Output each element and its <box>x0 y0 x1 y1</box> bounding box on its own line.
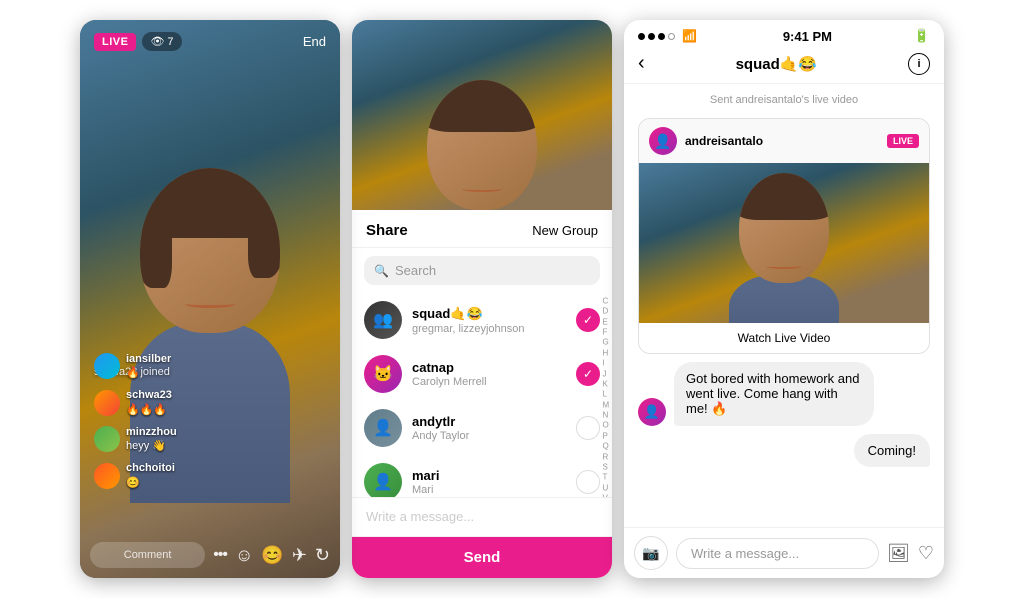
dm-header: ‹ squad🤙😂 i <box>624 48 944 84</box>
comment-avatar <box>94 463 120 489</box>
contact-avatar: 🐱 <box>364 355 402 393</box>
contact-info: squad🤙😂 gregmar, lizzeyjohnson <box>412 306 566 335</box>
live-card-header: 👤 andreisantalo LIVE <box>639 119 929 163</box>
more-options-icon[interactable]: ••• <box>213 546 227 564</box>
viewer-count: 👁7 <box>142 32 181 51</box>
face-circle <box>739 173 829 283</box>
message-bubble: Got bored with homework and went live. C… <box>674 362 874 426</box>
info-button[interactable]: i <box>908 53 930 75</box>
comment-avatar <box>94 426 120 452</box>
top-bar: LIVE 👁7 End <box>80 20 340 63</box>
screen-share: Share New Group 🔍 Search A B C D E F G H… <box>352 20 612 578</box>
contact-name: squad🤙😂 <box>412 306 566 322</box>
message-bubble-right: Coming! <box>854 434 930 467</box>
comment-text: chchoitoi😊 <box>126 461 175 490</box>
contact-name: andytlr <box>412 414 566 429</box>
send-button[interactable]: Send <box>352 537 612 578</box>
heart-icon[interactable]: ♡ <box>918 543 934 564</box>
signal-dot <box>668 33 675 40</box>
screen-dm: 📶 9:41 PM 🔋 ‹ squad🤙😂 i Sent andreisanta… <box>624 20 944 578</box>
contact-check-mari[interactable] <box>576 470 600 494</box>
signal-dot <box>638 33 645 40</box>
face-icon[interactable]: 😊 <box>261 545 283 566</box>
camera-button[interactable]: 📷 <box>634 536 668 570</box>
comment-input[interactable]: Comment <box>90 542 205 568</box>
status-time: 9:41 PM <box>783 29 832 44</box>
battery-icon: 🔋 <box>914 28 930 44</box>
contacts-area: A B C D E F G H I J K L M N O P Q R S T <box>352 293 612 497</box>
contact-item-squad[interactable]: 👥 squad🤙😂 gregmar, lizzeyjohnson ✓ <box>352 293 612 347</box>
new-group-button[interactable]: New Group <box>532 223 598 238</box>
live-video-card[interactable]: 👤 andreisantalo LIVE Watch Live Video <box>638 118 930 354</box>
msg-avatar: 👤 <box>638 398 666 426</box>
comment-item: iansilber🔥 <box>94 352 326 381</box>
contact-sub: Mari <box>412 484 566 496</box>
comment-text: minzzhouheyy 👋 <box>126 425 177 454</box>
status-bar: 📶 9:41 PM 🔋 <box>624 20 944 48</box>
wifi-icon: 📶 <box>682 29 697 43</box>
watch-live-button[interactable]: Watch Live Video <box>639 323 929 353</box>
dm-title: squad🤙😂 <box>736 55 818 73</box>
search-icon: 🔍 <box>374 264 389 278</box>
contact-check-squad[interactable]: ✓ <box>576 308 600 332</box>
contact-check-andy[interactable] <box>576 416 600 440</box>
emoji-icon[interactable]: ☺ <box>235 545 253 566</box>
dm-messages: Sent andreisantalo's live video 👤 andrei… <box>624 84 944 527</box>
gallery-icon[interactable]: 🖼 <box>887 543 910 564</box>
write-message-placeholder: Write a message... <box>366 509 474 524</box>
send-icon[interactable]: ✈ <box>292 545 307 566</box>
end-button[interactable]: End <box>303 34 326 49</box>
contact-info: mari Mari <box>412 468 566 496</box>
comments-list: iansilber🔥 schwa23🔥🔥🔥 minzzhouheyy 👋 chc… <box>94 352 326 498</box>
contact-sub: Carolyn Merrell <box>412 376 566 388</box>
dm-text-input[interactable]: Write a message... <box>676 538 879 569</box>
comment-avatar <box>94 390 120 416</box>
comment-text: iansilber🔥 <box>126 352 171 381</box>
comment-item: chchoitoi😊 <box>94 461 326 490</box>
signal-dot <box>648 33 655 40</box>
live-card-face <box>724 173 844 323</box>
comment-item: minzzhouheyy 👋 <box>94 425 326 454</box>
search-bar[interactable]: 🔍 Search <box>364 256 600 285</box>
screen-live: LIVE 👁7 End schwa23 joined iansilber🔥 sc… <box>80 20 340 578</box>
contact-item-andy[interactable]: 👤 andytlr Andy Taylor <box>352 401 612 455</box>
contact-check-catnap[interactable]: ✓ <box>576 362 600 386</box>
contact-avatar: 👤 <box>364 409 402 447</box>
contact-sub: Andy Taylor <box>412 430 566 442</box>
dm-input-bar: 📷 Write a message... 🖼 ♡ <box>624 527 944 578</box>
screen-overlay: LIVE 👁7 End schwa23 joined iansilber🔥 sc… <box>80 20 340 578</box>
bottom-bar: Comment ••• ☺ 😊 ✈ ↻ <box>90 542 330 568</box>
contact-avatar: 👤 <box>364 463 402 497</box>
live-card-username: andreisantalo <box>685 134 879 148</box>
search-placeholder: Search <box>395 263 436 278</box>
signal-dot <box>658 33 665 40</box>
dm-right-icons: 🖼 ♡ <box>887 543 934 564</box>
comment-item: schwa23🔥🔥🔥 <box>94 388 326 417</box>
live-badge: LIVE <box>94 33 136 51</box>
sent-label: Sent andreisantalo's live video <box>638 94 930 106</box>
repost-icon[interactable]: ↻ <box>315 545 330 566</box>
share-top-image <box>352 20 612 210</box>
contact-avatar: 👥 <box>364 301 402 339</box>
contact-item-mari[interactable]: 👤 mari Mari <box>352 455 612 497</box>
contact-info: andytlr Andy Taylor <box>412 414 566 442</box>
comment-text: schwa23🔥🔥🔥 <box>126 388 172 417</box>
comment-avatar <box>94 353 120 379</box>
contact-sub: gregmar, lizzeyjohnson <box>412 323 566 335</box>
contact-info: catnap Carolyn Merrell <box>412 360 566 388</box>
back-button[interactable]: ‹ <box>638 52 645 75</box>
signal-dots: 📶 <box>638 29 701 43</box>
contact-item-catnap[interactable]: 🐱 catnap Carolyn Merrell ✓ <box>352 347 612 401</box>
face-hair <box>739 173 829 220</box>
share-title: Share <box>366 222 408 239</box>
contact-name: catnap <box>412 360 566 375</box>
live-card-avatar: 👤 <box>649 127 677 155</box>
share-header: Share New Group <box>352 210 612 248</box>
message-left: 👤 Got bored with homework and went live.… <box>638 362 930 426</box>
live-card-image <box>639 163 929 323</box>
contact-name: mari <box>412 468 566 483</box>
write-message-area[interactable]: Write a message... <box>352 497 612 537</box>
live-badge-small: LIVE <box>887 134 919 148</box>
